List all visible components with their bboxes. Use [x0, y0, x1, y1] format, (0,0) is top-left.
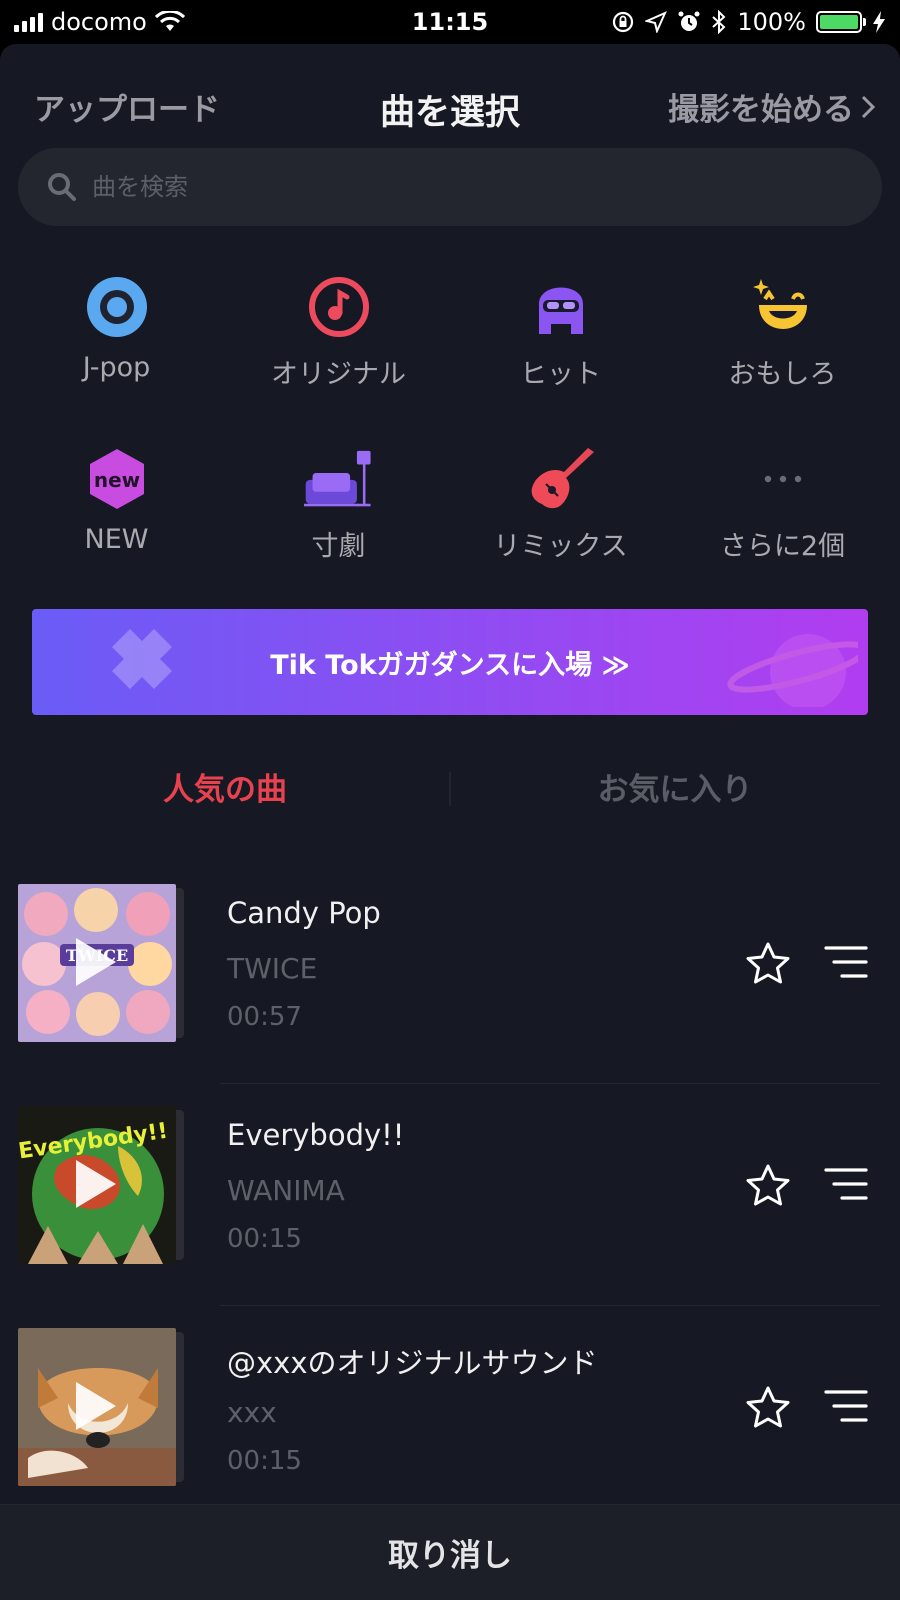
- cover-edge: [176, 1110, 184, 1260]
- signal-icon: [14, 12, 43, 32]
- disc-icon: [86, 277, 147, 337]
- category-original[interactable]: オリジナル: [226, 272, 451, 391]
- clock: 11:15: [411, 8, 489, 36]
- new-badge-text: new: [93, 468, 139, 492]
- wifi-icon: [154, 11, 185, 31]
- cover-edge: [176, 1332, 184, 1482]
- favorite-star-icon[interactable]: [744, 1384, 792, 1432]
- category-more[interactable]: さらに2個: [670, 444, 895, 563]
- reorder-icon[interactable]: [824, 944, 868, 980]
- tab-popular[interactable]: 人気の曲: [0, 764, 450, 809]
- laughing-face-icon: [752, 279, 807, 329]
- cover-art[interactable]: TWICE: [18, 884, 176, 1042]
- category-label: おもしろ: [728, 359, 837, 390]
- reorder-icon[interactable]: [824, 1388, 868, 1424]
- category-hit[interactable]: ヒット: [448, 272, 673, 391]
- song-artist: WANIMA: [227, 1174, 345, 1207]
- charging-icon: [873, 11, 885, 33]
- category-label: リミックス: [493, 531, 628, 562]
- song-duration: 00:57: [227, 1002, 302, 1032]
- category-jpop[interactable]: J-pop: [4, 272, 229, 383]
- reorder-icon[interactable]: [824, 1166, 868, 1202]
- start-recording-button[interactable]: 撮影を始める: [668, 84, 876, 129]
- search-bar[interactable]: [18, 148, 882, 226]
- chevron-right-icon: [861, 95, 876, 118]
- decorative-cross-icon: [112, 629, 172, 689]
- play-icon[interactable]: [76, 938, 116, 986]
- tab-favorites[interactable]: お気に入り: [450, 764, 900, 809]
- favorite-star-icon[interactable]: [744, 1162, 792, 1210]
- song-row[interactable]: @xxxのオリジナルサウンド xxx 00:15: [0, 1306, 900, 1528]
- song-title: @xxxのオリジナルサウンド: [227, 1346, 598, 1380]
- song-row[interactable]: TWICE Candy Pop TWICE 00:57: [0, 862, 900, 1084]
- sunglasses-person-icon: [538, 287, 583, 334]
- category-label: 寸劇: [311, 531, 366, 562]
- song-artist: xxx: [227, 1396, 277, 1429]
- footer-bar: 取り消し: [0, 1504, 900, 1600]
- status-bar: docomo 11:15 100%: [0, 0, 900, 44]
- bluetooth-icon: [712, 10, 726, 34]
- search-icon: [48, 173, 76, 201]
- decorative-planet-icon: [727, 634, 858, 707]
- banner-text: Tik Tokガガダンスに入場 ≫: [270, 649, 630, 681]
- music-select-sheet: アップロード 曲を選択 撮影を始める J-pop オリジナル ヒット おもしろ …: [0, 44, 900, 1600]
- song-duration: 00:15: [227, 1224, 302, 1254]
- search-input[interactable]: [92, 173, 792, 201]
- location-icon: [645, 11, 668, 33]
- alarm-icon: [678, 11, 700, 31]
- favorite-star-icon[interactable]: [744, 940, 792, 988]
- category-label: オリジナル: [271, 359, 406, 390]
- category-funny[interactable]: おもしろ: [670, 272, 895, 391]
- category-label: J-pop: [82, 352, 151, 383]
- start-recording-label: 撮影を始める: [668, 92, 854, 128]
- cover-edge: [176, 888, 184, 1038]
- guitar-icon: [531, 448, 594, 509]
- song-artist: TWICE: [227, 952, 318, 985]
- song-duration: 00:15: [227, 1446, 302, 1476]
- cancel-button[interactable]: 取り消し: [388, 1530, 512, 1575]
- cover-art[interactable]: [18, 1328, 176, 1486]
- song-title: Everybody!!: [227, 1118, 405, 1152]
- new-badge-icon: new: [89, 449, 144, 509]
- cover-art[interactable]: Everybody!!: [18, 1106, 176, 1264]
- rotation-lock-icon: [613, 11, 634, 33]
- category-label: ヒット: [520, 359, 601, 390]
- more-dots-icon: [764, 475, 801, 483]
- song-row[interactable]: Everybody!! Everybody!! WANIMA 00:15: [0, 1084, 900, 1306]
- play-icon[interactable]: [76, 1382, 116, 1430]
- category-skit[interactable]: 寸劇: [226, 444, 451, 563]
- header: アップロード 曲を選択 撮影を始める: [0, 84, 900, 134]
- category-remix[interactable]: リミックス: [448, 444, 673, 563]
- dance-banner[interactable]: Tik Tokガガダンスに入場 ≫: [32, 609, 868, 715]
- play-icon[interactable]: [76, 1160, 116, 1208]
- category-label: さらに2個: [719, 531, 846, 562]
- category-label: NEW: [84, 524, 149, 555]
- sofa-lamp-icon: [303, 450, 371, 507]
- battery-icon: [816, 11, 866, 33]
- category-new[interactable]: new NEW: [4, 444, 229, 555]
- carrier-label: docomo: [51, 8, 147, 36]
- battery-percent: 100%: [737, 8, 806, 36]
- music-note-icon: [308, 277, 369, 337]
- song-tabs: 人気の曲 お気に入り: [0, 764, 900, 814]
- song-title: Candy Pop: [227, 896, 381, 930]
